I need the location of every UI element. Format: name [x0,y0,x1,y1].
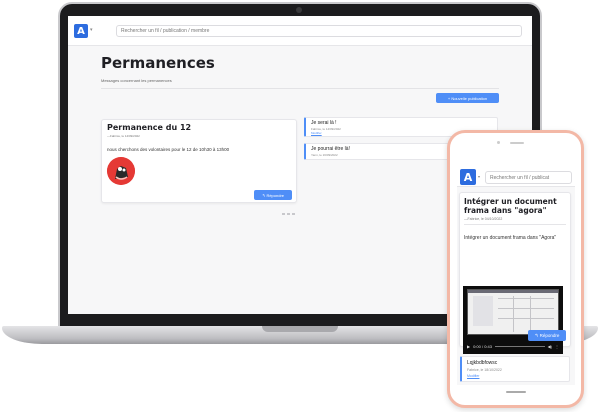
video-player[interactable]: ▶ 0:00 / 0:43 ◀) ⋮ [463,286,563,354]
avatar[interactable] [107,157,135,185]
play-icon[interactable]: ▶ [467,344,470,349]
reply-meta: Yann, le 16/09/2022 [311,153,338,157]
reply-title: Je pourrai être là! [311,146,350,152]
logo-letter: A [77,25,85,37]
reply-title: Lqjkbdbfowsc [467,360,498,366]
reply-button[interactable]: ↰ Répondre [254,190,292,200]
top-bar: A ▾ Rechercher un fil / publication / me… [68,16,532,46]
chevron-down-icon[interactable]: ▾ [90,27,93,33]
search-placeholder: Rechercher un fil / publicat [490,174,550,181]
reply-button[interactable]: ↰ Répondre [528,330,566,341]
edit-link[interactable]: Modifier [467,374,479,378]
agora-logo[interactable]: A [460,169,476,185]
phone-screen: A ▾ Rechercher un fil / publicat Intégre… [457,163,575,385]
laptop-camera [296,7,302,13]
page-title: Permanences [101,54,215,72]
search-input[interactable]: Rechercher un fil / publicat [485,171,572,184]
video-time: 0:00 / 0:43 [473,343,492,349]
search-input[interactable]: Rechercher un fil / publication / membre [116,25,522,37]
phone-frame: A ▾ Rechercher un fil / publicat Intégre… [447,130,584,408]
phone-top-bar: A ▾ Rechercher un fil / publicat [457,163,575,187]
video-thumbnail [467,289,559,335]
phone-home-indicator [506,391,526,393]
laptop-notch [262,326,338,332]
reply-meta: Fabrice, le 18/10/2022 [467,368,502,372]
list-item[interactable]: Lqjkbdbfowsc Fabrice, le 18/10/2022 Modi… [460,356,570,382]
video-controls: ▶ 0:00 / 0:43 ◀) ⋮ [467,341,559,351]
video-progress[interactable] [494,345,545,347]
chevron-down-icon[interactable]: ▾ [478,174,480,179]
volume-icon[interactable]: ◀) [548,344,552,349]
reply-title: Je serai là ! [311,120,337,126]
new-publication-button[interactable]: + Nouvelle publication [436,93,499,103]
page-subtitle: Messages concernant les permanences [101,78,172,83]
search-placeholder: Rechercher un fil / publication / membre [121,28,210,34]
post-card: Permanence du 12 —Fabrice, le 14/09/2022… [101,119,297,203]
post-body: Intégrer un document frama dans "Agora" [464,235,557,241]
post-meta: —Fabrice, le 14/09/2022 [107,134,140,138]
agora-logo[interactable]: A [74,24,88,38]
post-title: Intégrer un document frama dans "agora" [464,197,557,215]
post-meta: —Fabrice, le 04/10/2022 [464,217,503,221]
post-body: nous cherchons des volontaires pour le 1… [107,147,230,152]
logo-letter: A [463,170,473,184]
more-icon[interactable]: ⋮ [555,344,559,349]
divider [101,88,499,89]
post-card: Intégrer un document frama dans "agora" … [459,192,571,354]
phone-speaker [510,142,524,144]
scroll-indicator [268,213,308,215]
post-title: Permanence du 12 [107,123,192,132]
edit-link[interactable]: Modifier [311,131,322,135]
phone-camera [497,141,500,144]
divider [464,224,566,225]
